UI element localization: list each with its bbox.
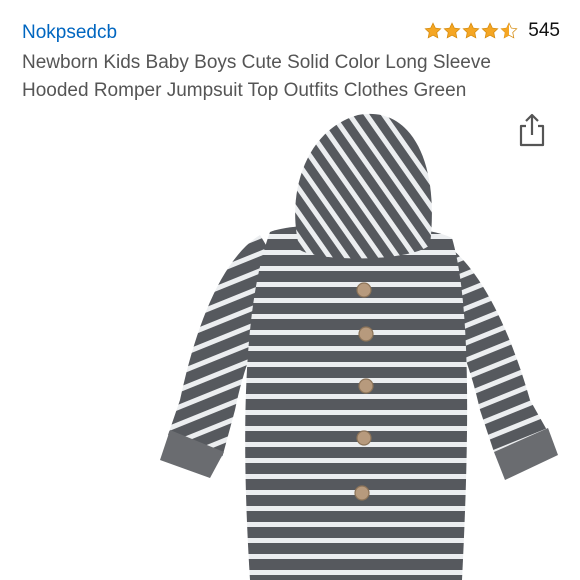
product-image[interactable] <box>160 108 560 580</box>
star-rating <box>424 22 518 40</box>
rating-summary[interactable]: 545 <box>424 20 560 42</box>
product-title: Newborn Kids Baby Boys Cute Solid Color … <box>22 52 491 101</box>
star-icon <box>424 22 442 39</box>
star-half-icon <box>500 22 518 39</box>
star-icon <box>443 22 461 39</box>
star-icon <box>462 22 480 39</box>
rating-count: 545 <box>528 20 560 41</box>
brand-link[interactable]: Nokpsedcb <box>22 22 117 44</box>
star-icon <box>481 22 499 39</box>
